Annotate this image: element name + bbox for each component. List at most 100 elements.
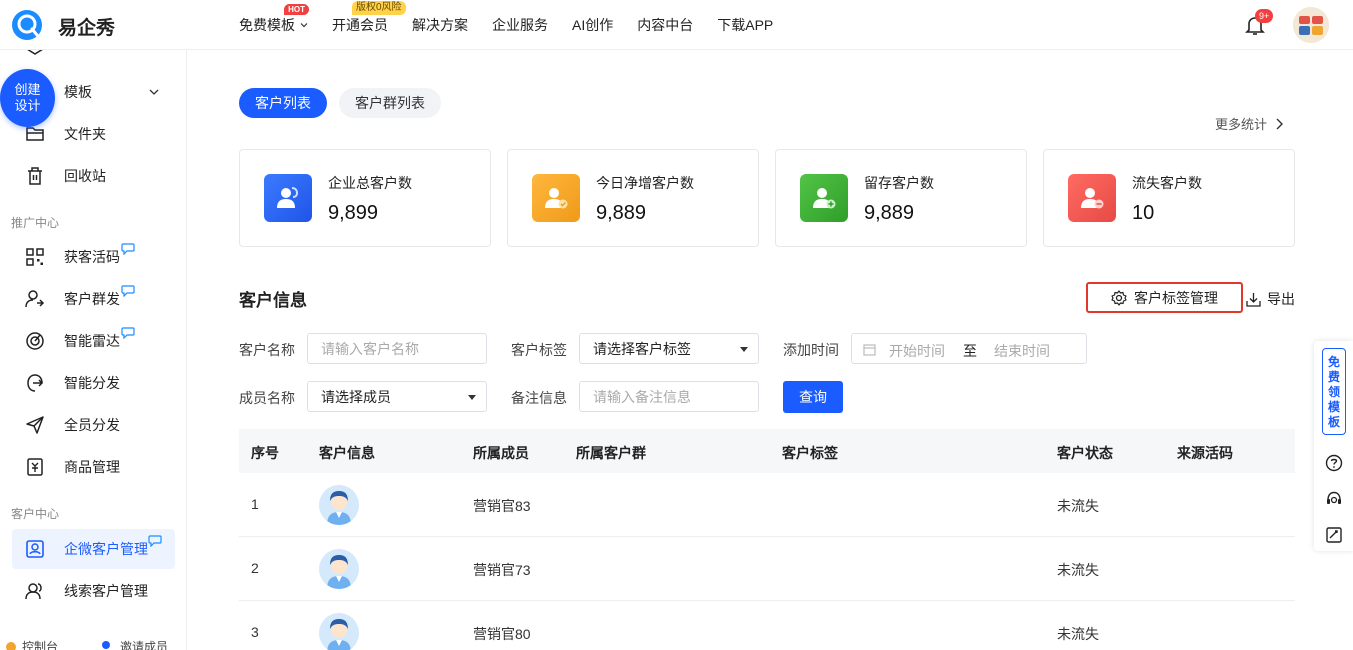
chevron-down-icon: [149, 89, 159, 95]
sidebar-item-label: 企微客户管理: [64, 541, 148, 557]
customer-name-input[interactable]: 请输入客户名称: [307, 333, 487, 364]
column-header: 客户状态: [1057, 445, 1113, 461]
stat-card-today: 今日净增客户数 9,889: [507, 149, 759, 247]
filter-label-add-time: 添加时间: [783, 342, 839, 358]
logo-icon[interactable]: [10, 8, 44, 42]
nav-label: 开通会员: [332, 17, 388, 33]
user-avatar-icon: [319, 613, 359, 650]
column-header: 客户信息: [319, 445, 375, 461]
nav-free-templates[interactable]: 免费模板 HOT: [239, 0, 309, 50]
brand-name[interactable]: 易企秀: [58, 13, 115, 40]
user-broadcast-icon: [24, 288, 46, 310]
sidebar-item-label: 获客活码: [64, 249, 120, 265]
date-range-picker[interactable]: 开始时间 至 结束时间: [851, 333, 1087, 364]
free-template-char: 费: [1327, 370, 1340, 384]
stat-card-retained: 留存客户数 9,889: [775, 149, 1027, 247]
nav-enterprise[interactable]: 企业服务: [492, 0, 548, 50]
free-template-button[interactable]: 免 费 领 模 板: [1322, 348, 1346, 435]
user-remove-icon: [1068, 174, 1116, 222]
tag-manage-button[interactable]: 客户标签管理: [1086, 282, 1243, 313]
customer-avatar: [319, 549, 359, 589]
free-template-char: 免: [1327, 355, 1340, 369]
cell-status: 未流失: [1057, 626, 1099, 642]
create-design-button[interactable]: 创建 设计: [0, 69, 55, 127]
nav-label: 企业服务: [492, 17, 548, 33]
remark-input[interactable]: 请输入备注信息: [579, 381, 759, 412]
sidebar-item-label: 客户群发: [64, 291, 120, 307]
stat-label: 企业总客户数: [328, 175, 412, 191]
stat-value: 10: [1132, 202, 1155, 224]
hot-badge: HOT: [284, 4, 309, 15]
sidebar-item-label: 智能分发: [64, 375, 120, 391]
user-avatar-icon: [319, 485, 359, 525]
select-value: 请选择成员: [321, 388, 391, 405]
caret-down-icon: [468, 395, 476, 400]
sidebar-item-works[interactable]: [12, 50, 175, 72]
avatar[interactable]: [1293, 7, 1329, 43]
filter-label-customer-tag: 客户标签: [511, 342, 567, 358]
feedback-icon[interactable]: [1325, 526, 1343, 544]
query-button[interactable]: 查询: [783, 381, 843, 413]
nav-vip[interactable]: 开通会员 版权0风险: [332, 0, 406, 50]
table-row[interactable]: 2 营销官73 未流失: [239, 537, 1295, 601]
sidebar-item-lead-customers[interactable]: 线索客户管理: [12, 571, 175, 611]
sidebar-item-qrcode[interactable]: 获客活码: [12, 237, 175, 277]
chevron-right-icon: [1276, 118, 1284, 129]
sidebar-item-label: 回收站: [64, 168, 106, 184]
qrcode-icon: [24, 246, 46, 268]
invite-label: 邀请成员: [120, 640, 169, 650]
more-stats-link[interactable]: 更多统计: [1215, 114, 1284, 133]
free-template-char: 领: [1327, 385, 1340, 399]
caret-down-icon: [740, 347, 748, 352]
invite-link[interactable]: 邀请成员: [100, 638, 168, 650]
sidebar-item-label: 文件夹: [64, 126, 106, 142]
sidebar-item-distribute[interactable]: 智能分发: [12, 363, 175, 403]
top-bar: 易企秀 免费模板 HOT 开通会员 版权0风险 解决方案 企业服务 AI创作 内…: [0, 0, 1353, 50]
nav-solutions[interactable]: 解决方案: [412, 0, 468, 50]
sidebar-item-label: 线索客户管理: [64, 583, 148, 599]
sidebar-item-send[interactable]: 全员分发: [12, 405, 175, 445]
sidebar-item-broadcast[interactable]: 客户群发: [12, 279, 175, 319]
table-row[interactable]: 3 营销官80 未流失: [239, 601, 1295, 650]
stat-card-lost: 流失客户数 10: [1043, 149, 1295, 247]
download-icon: [1246, 292, 1261, 307]
select-value: 请选择客户标签: [593, 340, 691, 357]
console-link[interactable]: 控制台: [4, 638, 58, 650]
new-bubble-icon: [121, 285, 135, 297]
export-button[interactable]: 导出: [1246, 289, 1295, 309]
tab-customer-list[interactable]: 客户列表: [239, 88, 327, 118]
free-template-char: 板: [1327, 415, 1340, 429]
nav-label: 解决方案: [412, 17, 468, 33]
new-bubble-icon: [121, 243, 135, 255]
member-select[interactable]: 请选择成员: [307, 381, 487, 412]
nav-content[interactable]: 内容中台: [637, 0, 693, 50]
column-header: 所属成员: [473, 445, 529, 461]
customer-tag-select[interactable]: 请选择客户标签: [579, 333, 759, 364]
sidebar-item-recycle[interactable]: 回收站: [12, 156, 175, 196]
stat-label: 流失客户数: [1132, 175, 1202, 191]
tab-customer-group-list[interactable]: 客户群列表: [339, 88, 441, 118]
tag-manage-label: 客户标签管理: [1134, 289, 1218, 306]
avatar-image-icon: [1293, 7, 1329, 43]
filter-label-customer-name: 客户名称: [239, 342, 295, 358]
sidebar-item-goods[interactable]: 商品管理: [12, 447, 175, 487]
table-row[interactable]: 1 营销官83 未流失: [239, 473, 1295, 537]
nav-download[interactable]: 下载APP: [717, 0, 773, 50]
nav-label: 下载APP: [717, 17, 774, 33]
cell-index: 3: [251, 624, 259, 640]
end-date-input[interactable]: 结束时间: [994, 341, 1050, 361]
nav-ai[interactable]: AI创作: [572, 0, 613, 50]
sidebar-item-radar[interactable]: 智能雷达: [12, 321, 175, 361]
filter-label-member: 成员名称: [239, 390, 295, 406]
start-date-input[interactable]: 开始时间: [889, 341, 945, 361]
notification-badge: 9+: [1255, 9, 1274, 23]
column-header: 来源活码: [1177, 445, 1233, 461]
customer-service-icon[interactable]: [1325, 490, 1343, 508]
sidebar-item-wecom-customers[interactable]: 企微客户管理: [12, 529, 175, 569]
help-icon[interactable]: [1325, 454, 1343, 472]
contact-card-icon: [24, 538, 46, 560]
user-check-icon: [532, 174, 580, 222]
customer-avatar: [319, 613, 359, 650]
gear-icon: [1111, 289, 1127, 306]
create-button-line: 设计: [14, 98, 41, 113]
